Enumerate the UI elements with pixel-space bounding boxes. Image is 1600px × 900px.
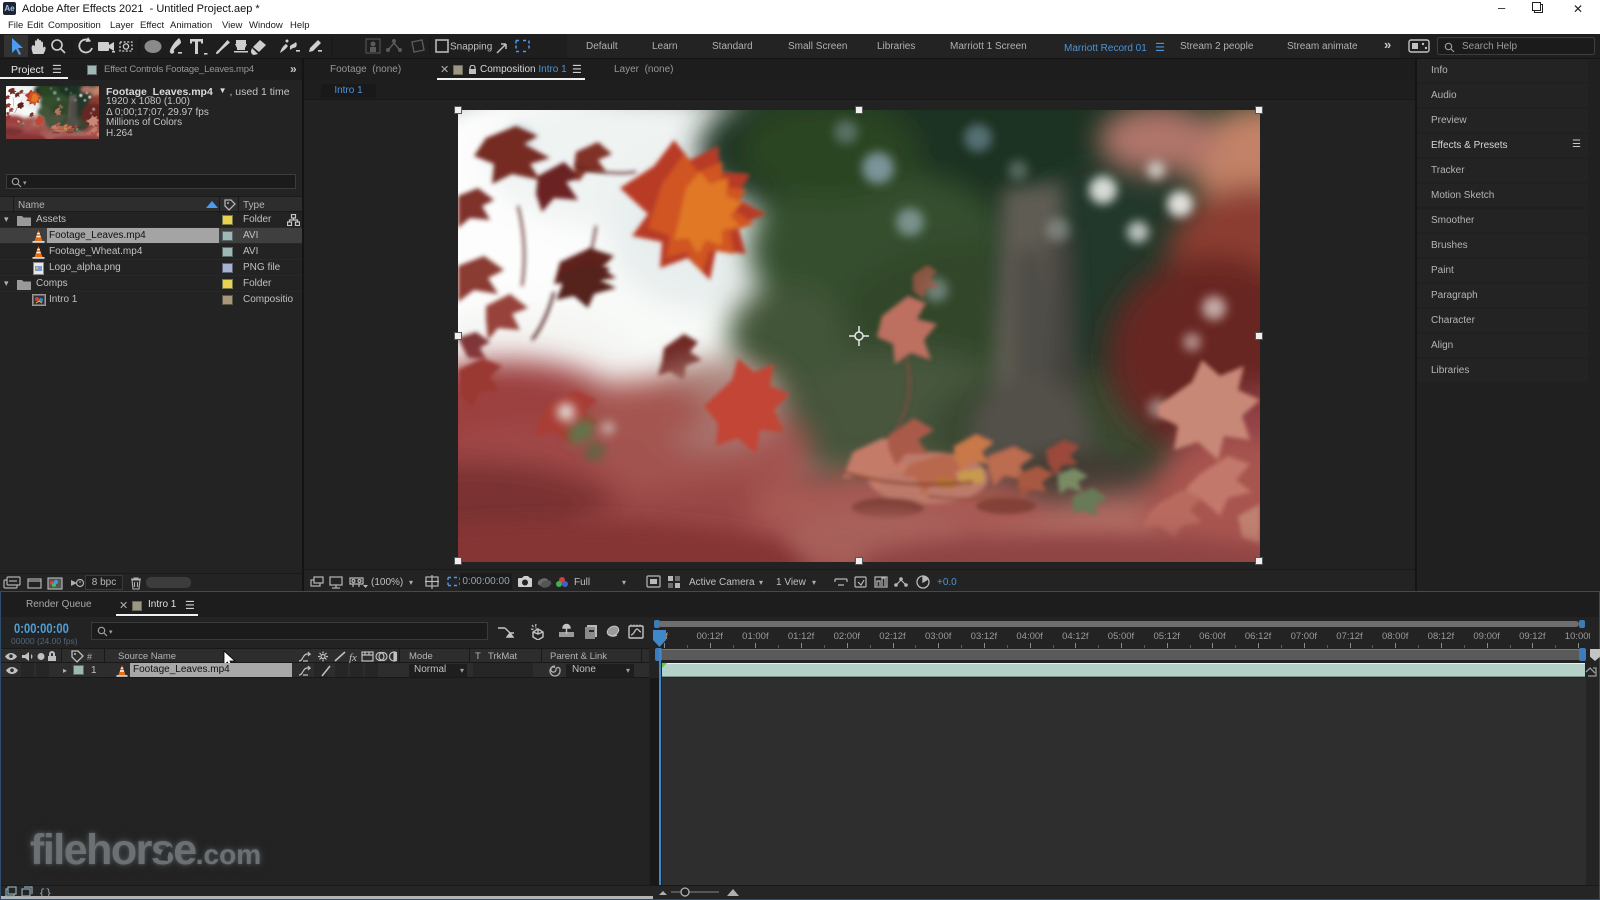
- svg-text:fx: fx: [349, 652, 357, 663]
- svg-text:{ }: { }: [39, 888, 52, 898]
- svg-text:Snapping: Snapping: [450, 42, 492, 53]
